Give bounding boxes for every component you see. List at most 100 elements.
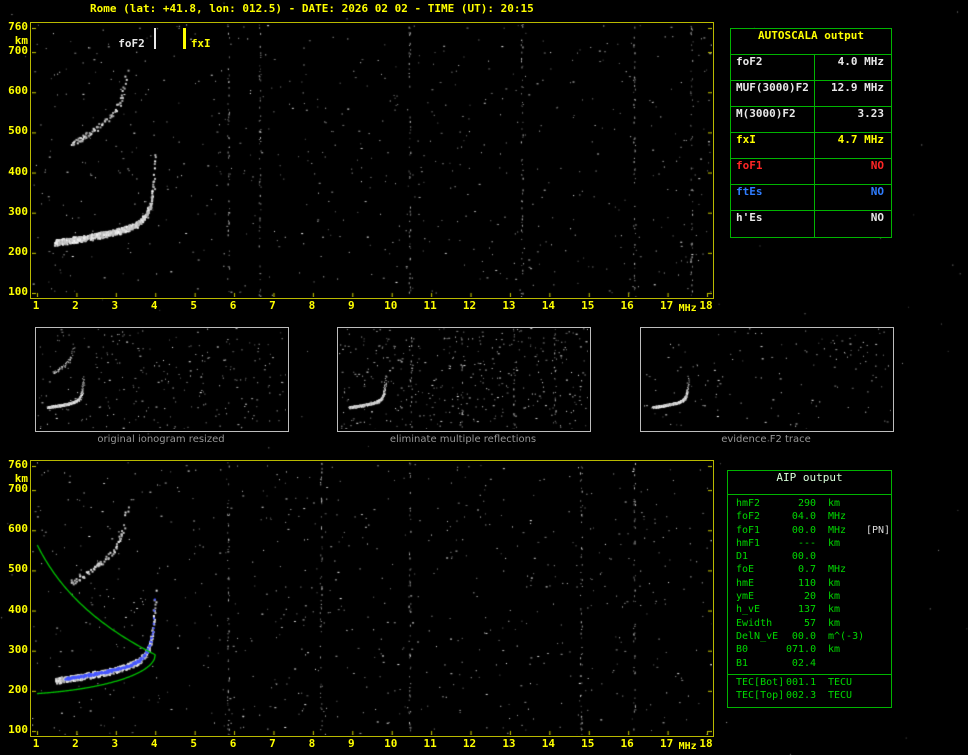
x-tick-label: 18 <box>699 737 713 750</box>
aip-row-unit <box>828 658 864 671</box>
aip-row-label: h_vE <box>736 604 761 616</box>
y-tick-label: 500 <box>8 124 28 138</box>
scaled-ionogram-canvas <box>32 24 712 297</box>
x-tick-label: 18 <box>699 299 713 312</box>
x-tick-label: 9 <box>347 299 355 312</box>
aip-row: hmF1 --- km <box>728 538 891 551</box>
aip-row: B1 02.4 <box>728 658 891 671</box>
aip-row: TEC[Bot] 001.1 TECU <box>728 677 891 690</box>
aip-row-note: [PN] <box>866 524 891 536</box>
autoscala-output-table: AUTOSCALA output foF2 4.0 MHz MUF(3000)F2 1… <box>730 28 892 238</box>
y-tick-label: 600 <box>8 84 28 98</box>
aip-row-value: 290 <box>797 498 816 509</box>
aip-row-label: foE <box>736 564 755 576</box>
x-tick-label: 6 <box>229 299 237 312</box>
aip-row-label: Ewidth <box>736 617 773 629</box>
x-tick-label: 13 <box>502 737 516 750</box>
autoscala-row: foF2 4.0 MHz <box>731 55 891 81</box>
x-tick-label: 15 <box>581 299 595 312</box>
aip-row-unit: MHz <box>828 524 847 536</box>
x-tick-label: 4 <box>150 299 158 312</box>
y-tick-label: 300 <box>8 204 28 218</box>
x-tick-label: 1 <box>32 737 40 750</box>
aip-row: B0 071.0 km <box>728 644 891 657</box>
x-tick-label: 15 <box>581 737 595 750</box>
aip-row-value: 04.0 <box>791 511 816 523</box>
aip-row-unit: km <box>828 617 841 629</box>
x-tick-label: 14 <box>541 299 555 312</box>
aip-row: foF1 00.0 MHz [PN] <box>728 525 891 538</box>
y-tick-label: 400 <box>8 602 28 616</box>
aip-row-label: B0 <box>736 644 749 656</box>
autoscala-row: fxI 4.7 MHz <box>731 133 891 159</box>
aip-row-unit: MHz <box>828 564 847 576</box>
y-tick-label: 760 <box>8 458 28 471</box>
autoscala-row-label: MUF(3000)F2 <box>731 81 815 106</box>
aip-row-value: 02.4 <box>791 657 816 669</box>
x-tick-label: 8 <box>308 299 316 312</box>
aip-row-value: 57 <box>803 617 816 629</box>
y-tick-label: 100 <box>8 723 28 736</box>
aip-row-label: hmE <box>736 577 755 589</box>
x-tick-label: 4 <box>150 737 158 750</box>
thumbnail-panel <box>640 327 894 432</box>
aip-row: hmE 110 km <box>728 578 891 591</box>
x-tick-label: 17 <box>659 299 674 312</box>
x-tick-label: 17 <box>659 737 674 750</box>
aip-row-value: 00.0 <box>791 630 816 642</box>
aip-row-label: TEC[Bot] <box>736 676 785 688</box>
x-tick-label: 6 <box>229 737 237 750</box>
thumbnail-caption: original ionogram resized <box>97 434 225 445</box>
km-axis-unit-label: km <box>14 472 28 485</box>
y-tick-label: 760 <box>8 20 28 33</box>
x-tick-label: 1 <box>32 299 40 312</box>
aip-row-unit: km <box>828 537 841 549</box>
autoscala-row: M(3000)F2 3.23 <box>731 107 891 133</box>
aip-row-label: TEC[Top] <box>736 690 785 702</box>
fxI-frequency-marker-line <box>182 28 186 49</box>
x-tick-label: 14 <box>541 737 555 750</box>
x-tick-label: 11 <box>423 737 437 750</box>
x-tick-label: 7 <box>269 299 276 312</box>
autoscala-row-value: 12.9 MHz <box>831 81 884 94</box>
x-tick-label: 11 <box>423 299 437 312</box>
aip-row-unit: km <box>828 577 841 589</box>
autoscala-row: foF1 NO <box>731 159 891 185</box>
x-tick-label: 12 <box>462 737 477 750</box>
aip-row: TEC[Top] 002.3 TECU <box>728 690 891 703</box>
aip-row-label: DelN_vE <box>736 630 779 642</box>
aip-row-value: --- <box>797 537 816 549</box>
aip-row-unit: MHz <box>828 511 847 523</box>
x-tick-label: 10 <box>384 299 398 312</box>
x-tick-label: 2 <box>72 299 79 312</box>
autoscala-row-value: 4.0 MHz <box>837 55 884 68</box>
aip-row: D1 00.0 <box>728 551 891 564</box>
aip-row: foE 0.7 MHz <box>728 564 891 577</box>
x-tick-label: 8 <box>308 737 316 750</box>
aip-row-value: 137 <box>797 604 816 616</box>
profile-ionogram-canvas <box>32 462 712 735</box>
x-tick-label: 3 <box>111 299 119 312</box>
aip-row-label: hmF1 <box>736 537 761 549</box>
y-tick-label: 400 <box>8 164 28 178</box>
aip-row: hmF2 290 km <box>728 498 891 511</box>
aip-row-value: 00.0 <box>791 524 816 536</box>
x-tick-label: 3 <box>111 737 119 750</box>
x-tick-label: 7 <box>269 737 276 750</box>
autoscala-row-label: h'Es <box>731 211 815 237</box>
aip-row-label: ymE <box>736 591 755 603</box>
foF2-frequency-marker-line <box>154 28 157 49</box>
autoscala-row-label: fxI <box>731 133 815 158</box>
y-tick-label: 200 <box>8 682 28 696</box>
aip-row-value: 002.3 <box>786 690 817 702</box>
x-tick-label: 5 <box>190 737 197 750</box>
aip-row-unit <box>828 551 864 564</box>
mhz-axis-unit-label: MHz <box>678 741 697 752</box>
x-tick-label: 10 <box>384 737 398 750</box>
thumbnail-panel <box>337 327 591 432</box>
profile-ionogram-panel <box>30 460 714 737</box>
aip-row-label: foF1 <box>736 524 761 536</box>
aip-row-unit: km <box>828 498 841 509</box>
foF2-marker-label: foF2 <box>118 37 145 50</box>
aip-tec-rows: TEC[Bot] 001.1 TECU TEC[Top] 002.3 TECU <box>728 673 891 704</box>
